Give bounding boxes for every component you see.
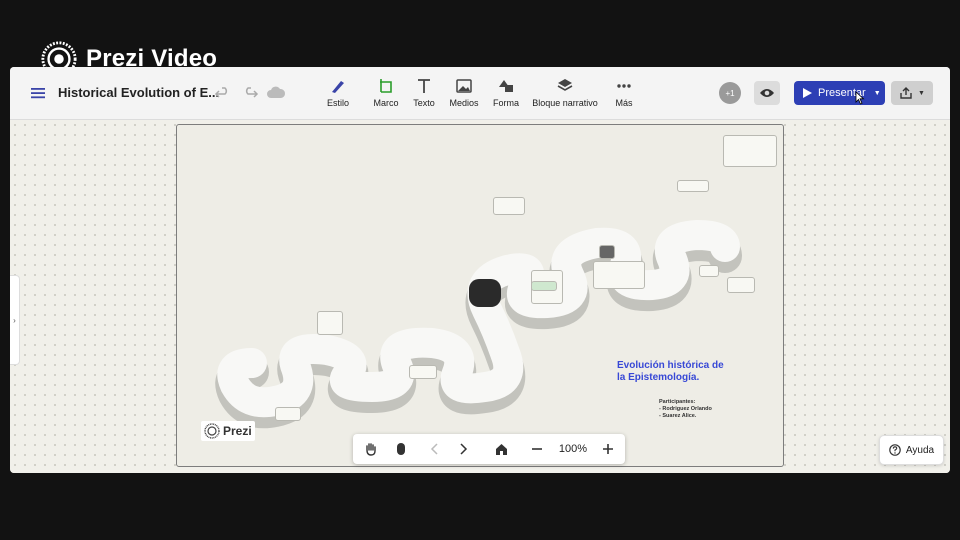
- prezi-editor-window: Historical Evolution of E... Estilo Marc…: [10, 67, 950, 473]
- text-icon: [418, 79, 430, 93]
- text-card[interactable]: [727, 277, 755, 293]
- portrait-thumbnail[interactable]: [599, 245, 615, 259]
- zoom-out-button[interactable]: [527, 439, 547, 459]
- zoom-level: 100%: [558, 443, 588, 455]
- brush-icon: [332, 81, 344, 93]
- title-line: Evolución histórica de: [617, 360, 724, 371]
- participant-item: - Rodriguez Orlando: [659, 406, 712, 412]
- help-label: Ayuda: [905, 444, 935, 456]
- home-icon: [495, 443, 507, 455]
- cloud-sync-icon: [267, 86, 286, 98]
- text-card[interactable]: [723, 135, 777, 167]
- editor-canvas[interactable]: › Evolución histórica de la Epistemologí…: [10, 120, 950, 473]
- chevron-left-icon: [430, 443, 438, 455]
- tool-bloque-narrativo[interactable]: Bloque narrativo: [532, 77, 598, 108]
- mouse-mode-button[interactable]: [391, 439, 411, 459]
- top-toolbar: Historical Evolution of E... Estilo Marc…: [10, 67, 950, 120]
- previous-button[interactable]: [425, 439, 445, 459]
- share-icon: [900, 87, 912, 99]
- prezi-watermark-badge: Prezi: [201, 421, 255, 441]
- pan-hand-button[interactable]: [361, 439, 381, 459]
- present-button[interactable]: Presentar ▼: [794, 81, 885, 105]
- layers-icon: [557, 79, 573, 91]
- prezi-badge-label: Prezi: [223, 424, 252, 438]
- share-button[interactable]: ▼: [891, 81, 933, 105]
- minus-icon: [532, 448, 542, 450]
- redo-icon[interactable]: [240, 83, 260, 103]
- tool-label: Bloque narrativo: [532, 98, 598, 108]
- question-icon: [889, 444, 901, 456]
- prezi-overview-frame[interactable]: Evolución histórica de la Epistemología.…: [176, 124, 784, 467]
- home-button[interactable]: [491, 439, 511, 459]
- participant-item: - Suarez Alice.: [659, 413, 697, 419]
- help-button[interactable]: Ayuda: [879, 435, 944, 465]
- image-card[interactable]: [275, 407, 301, 421]
- eye-icon: [760, 89, 774, 97]
- topic-card[interactable]: [593, 261, 645, 289]
- tool-label: Texto: [413, 98, 435, 108]
- image-icon: [456, 79, 472, 93]
- more-icon: [617, 84, 631, 88]
- tool-forma[interactable]: Forma: [478, 77, 534, 108]
- mouse-icon: [397, 443, 405, 455]
- undo-icon[interactable]: [213, 83, 233, 103]
- chevron-down-icon: ▼: [918, 89, 925, 97]
- tool-label: Estilo: [326, 98, 349, 108]
- topic-card[interactable]: [493, 197, 525, 215]
- shapes-icon: [499, 80, 513, 92]
- sidebar-toggle[interactable]: ›: [10, 275, 20, 365]
- zoom-in-button[interactable]: [598, 439, 618, 459]
- navigation-bar: 100%: [353, 434, 625, 464]
- presentation-title[interactable]: Evolución histórica de la Epistemología.: [617, 360, 767, 384]
- tool-label: Más: [615, 98, 633, 108]
- participants-header: Participantes:: [659, 399, 696, 405]
- topic-card[interactable]: [317, 311, 343, 335]
- frame-icon: [380, 79, 392, 93]
- participants-block[interactable]: Participantes: - Rodriguez Orlando - Sua…: [659, 399, 712, 420]
- highlight-card[interactable]: [531, 281, 557, 291]
- title-line: la Epistemología.: [617, 372, 700, 383]
- next-button[interactable]: [453, 439, 473, 459]
- image-card[interactable]: [677, 180, 709, 192]
- play-icon: [803, 88, 812, 98]
- chevron-right-icon: ›: [13, 315, 16, 325]
- prezi-logo-icon: [204, 423, 220, 439]
- chevron-down-icon: ▼: [873, 89, 881, 97]
- tool-label: Marco: [373, 98, 399, 108]
- document-title[interactable]: Historical Evolution of E...: [58, 85, 219, 100]
- tool-mas[interactable]: Más: [596, 77, 652, 108]
- preview-button[interactable]: [754, 81, 780, 105]
- image-card[interactable]: [699, 265, 719, 277]
- chevron-right-icon: [460, 443, 468, 455]
- tool-label: Medios: [449, 98, 479, 108]
- image-card[interactable]: [409, 365, 437, 379]
- mouse-cursor-icon: [855, 91, 865, 105]
- hand-icon: [366, 443, 376, 456]
- menu-icon[interactable]: [28, 83, 48, 103]
- collaborator-avatar[interactable]: +1: [719, 82, 741, 104]
- tool-label: Forma: [492, 98, 519, 108]
- plus-icon: [603, 444, 613, 454]
